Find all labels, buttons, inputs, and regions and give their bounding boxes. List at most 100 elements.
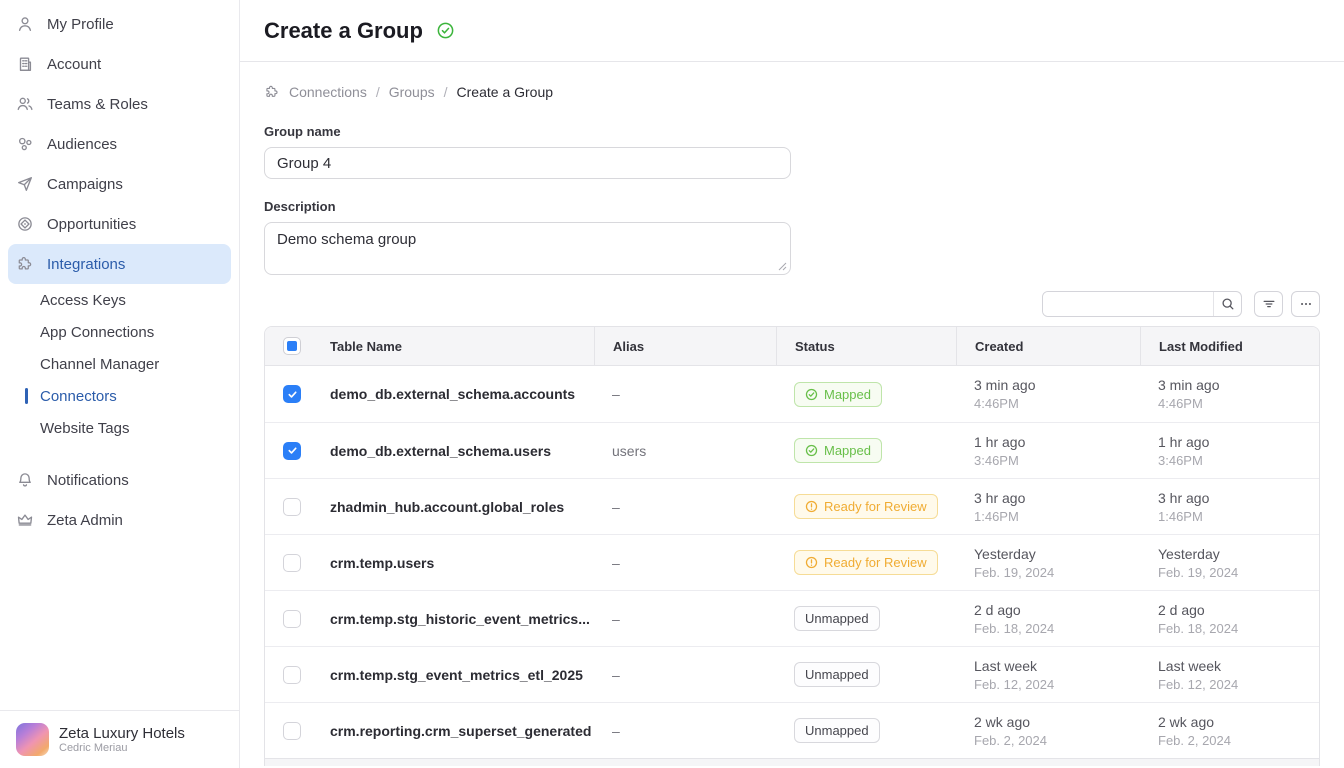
group-name-input[interactable] (264, 147, 791, 179)
group-name-label: Group name (264, 124, 1320, 139)
column-header-status[interactable]: Status (776, 327, 956, 365)
sidebar-item-zeta-admin[interactable]: Zeta Admin (0, 500, 239, 540)
table-name-cell[interactable]: crm.temp.stg_historic_event_metrics... (312, 611, 594, 627)
created-absolute: Feb. 12, 2024 (974, 677, 1140, 692)
created-relative: 3 min ago (974, 377, 1140, 393)
modified-relative: Yesterday (1158, 546, 1319, 562)
breadcrumb-groups[interactable]: Groups (389, 84, 435, 100)
created-cell: 2 d ago Feb. 18, 2024 (956, 602, 1140, 636)
check-icon (287, 445, 298, 456)
sidebar-item-account[interactable]: Account (0, 44, 239, 84)
table-row: crm.reporting.crm_superset_generated – U… (265, 702, 1319, 758)
ellipsis-icon (1299, 297, 1313, 311)
table-name-cell[interactable]: crm.temp.stg_event_metrics_etl_2025 (312, 667, 594, 683)
search-input[interactable] (1043, 292, 1213, 316)
modified-cell: 3 hr ago 1:46PM (1140, 490, 1319, 524)
main-content: Create a Group Connections / Groups / Cr… (240, 0, 1344, 768)
puzzle-icon (264, 84, 280, 100)
row-checkbox[interactable] (283, 722, 301, 740)
sidebar-subitem-access-keys[interactable]: Access Keys (0, 284, 239, 316)
created-absolute: 1:46PM (974, 509, 1140, 524)
breadcrumb-current: Create a Group (457, 84, 554, 100)
sidebar: My Profile Account Teams & Roles Audienc… (0, 0, 240, 768)
sidebar-item-audiences[interactable]: Audiences (0, 124, 239, 164)
modified-cell: 3 min ago 4:46PM (1140, 377, 1319, 411)
sidebar-subitem-connectors[interactable]: Connectors (0, 380, 239, 412)
table-row: crm.temp.users – Ready for Review Yester… (265, 534, 1319, 590)
sidebar-item-label: Integrations (47, 256, 125, 273)
row-checkbox[interactable] (283, 498, 301, 516)
sidebar-item-my-profile[interactable]: My Profile (0, 4, 239, 44)
created-cell: Yesterday Feb. 19, 2024 (956, 546, 1140, 580)
modified-absolute: Feb. 2, 2024 (1158, 733, 1319, 748)
check-circle-icon (805, 388, 818, 401)
table-row: demo_db.external_schema.accounts – Mappe… (265, 366, 1319, 422)
sidebar-item-notifications[interactable]: Notifications (0, 460, 239, 500)
crown-icon (16, 511, 34, 529)
alert-circle-icon (805, 556, 818, 569)
account-switcher[interactable]: Zeta Luxury Hotels Cedric Meriau (0, 710, 239, 768)
column-header-created[interactable]: Created (956, 327, 1140, 365)
description-textarea[interactable]: Demo schema group (264, 222, 791, 275)
sidebar-item-opportunities[interactable]: Opportunities (0, 204, 239, 244)
created-relative: Yesterday (974, 546, 1140, 562)
alias-cell: – (594, 667, 776, 683)
search-button[interactable] (1213, 292, 1241, 316)
sidebar-subitem-label: Access Keys (40, 292, 126, 309)
created-absolute: Feb. 2, 2024 (974, 733, 1140, 748)
created-cell: 3 hr ago 1:46PM (956, 490, 1140, 524)
breadcrumb-separator: / (444, 84, 448, 100)
created-absolute: 3:46PM (974, 453, 1140, 468)
modified-relative: Last week (1158, 658, 1319, 674)
users-icon (16, 95, 34, 113)
sidebar-item-label: Campaigns (47, 176, 123, 193)
created-relative: 3 hr ago (974, 490, 1140, 506)
sidebar-subitem-label: Channel Manager (40, 356, 159, 373)
table-row: zhadmin_hub.account.global_roles – Ready… (265, 478, 1319, 534)
column-header-alias[interactable]: Alias (594, 327, 776, 365)
search-box (1042, 291, 1242, 317)
alias-cell: users (594, 443, 776, 459)
status-badge: Unmapped (794, 718, 880, 743)
modified-cell: Yesterday Feb. 19, 2024 (1140, 546, 1319, 580)
resize-handle-icon[interactable] (778, 262, 787, 271)
table-name-cell[interactable]: crm.temp.users (312, 555, 594, 571)
table-name-cell[interactable]: crm.reporting.crm_superset_generated (312, 723, 594, 739)
page-header: Create a Group (240, 0, 1344, 62)
select-all-checkbox[interactable] (283, 337, 301, 355)
sidebar-subitem-website-tags[interactable]: Website Tags (0, 412, 239, 444)
modified-absolute: 1:46PM (1158, 509, 1319, 524)
breadcrumb-connections[interactable]: Connections (289, 84, 367, 100)
row-checkbox[interactable] (283, 610, 301, 628)
table-name-cell[interactable]: demo_db.external_schema.users (312, 443, 594, 459)
alias-cell: – (594, 723, 776, 739)
sidebar-item-teams-roles[interactable]: Teams & Roles (0, 84, 239, 124)
building-icon (16, 55, 34, 73)
modified-absolute: Feb. 12, 2024 (1158, 677, 1319, 692)
sidebar-item-label: Teams & Roles (47, 96, 148, 113)
table-name-cell[interactable]: demo_db.external_schema.accounts (312, 386, 594, 402)
row-checkbox[interactable] (283, 554, 301, 572)
page-title: Create a Group (264, 18, 423, 44)
breadcrumb-separator: / (376, 84, 380, 100)
sidebar-item-label: Account (47, 56, 101, 73)
row-checkbox[interactable] (283, 666, 301, 684)
sidebar-item-integrations[interactable]: Integrations (8, 244, 231, 284)
account-info: Zeta Luxury Hotels Cedric Meriau (59, 725, 185, 754)
sidebar-subitem-app-connections[interactable]: App Connections (0, 316, 239, 348)
column-header-table-name[interactable]: Table Name (312, 327, 594, 365)
column-header-last-modified[interactable]: Last Modified (1140, 327, 1319, 365)
alias-cell: – (594, 499, 776, 515)
alias-cell: – (594, 555, 776, 571)
modified-cell: Last week Feb. 12, 2024 (1140, 658, 1319, 692)
sidebar-subitem-label: App Connections (40, 324, 154, 341)
check-circle-icon (436, 21, 455, 40)
table-name-cell[interactable]: zhadmin_hub.account.global_roles (312, 499, 594, 515)
sidebar-subitem-channel-manager[interactable]: Channel Manager (0, 348, 239, 380)
filter-button[interactable] (1254, 291, 1283, 317)
row-checkbox[interactable] (283, 442, 301, 460)
indeterminate-mark (287, 341, 297, 351)
row-checkbox[interactable] (283, 385, 301, 403)
sidebar-item-campaigns[interactable]: Campaigns (0, 164, 239, 204)
more-options-button[interactable] (1291, 291, 1320, 317)
